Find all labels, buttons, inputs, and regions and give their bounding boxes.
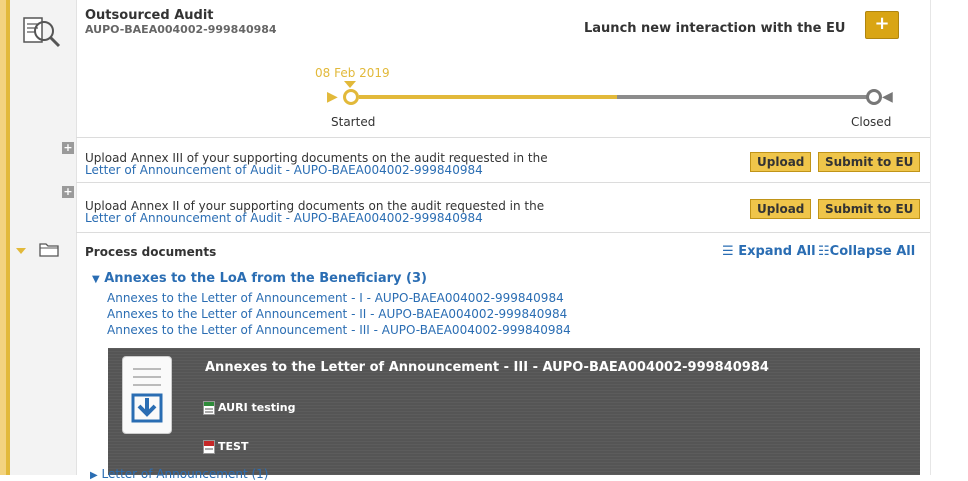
upload-button[interactable]: Upload	[750, 199, 812, 219]
timeline-end-node	[866, 89, 882, 105]
expand-all-link[interactable]: ☰ Expand All	[722, 244, 816, 259]
collapse-all-icon: ☷	[818, 244, 830, 259]
document-group-label: Letter of Announcement (1)	[101, 467, 269, 481]
collapse-all-label: Collapse All	[829, 244, 916, 259]
launch-interaction-label: Launch new interaction with the EU	[584, 21, 846, 36]
pdf-file-icon	[203, 440, 215, 454]
audit-id: AUPO-BAEA004002-999840984	[85, 23, 277, 36]
expand-all-icon: ☰	[722, 244, 734, 259]
file-name: TEST	[218, 440, 249, 453]
download-document-icon[interactable]	[122, 356, 172, 434]
upload-button[interactable]: Upload	[750, 152, 812, 172]
doc-file-icon	[203, 401, 215, 415]
launch-interaction-button[interactable]: +	[865, 11, 899, 39]
submit-to-eu-button[interactable]: Submit to EU	[818, 199, 921, 219]
audit-title: Outsourced Audit	[85, 8, 214, 23]
task-expand-icon[interactable]: +	[62, 142, 74, 154]
timeline-end-icon: ◀	[882, 89, 893, 105]
divider	[76, 232, 930, 233]
timeline-start-icon: ▶	[327, 89, 338, 105]
document-link[interactable]: Annexes to the Letter of Announcement - …	[107, 323, 571, 337]
chevron-down-icon: ▼	[92, 274, 100, 285]
timeline-start-node	[343, 89, 359, 105]
icon-column	[10, 0, 77, 475]
expand-all-label: Expand All	[738, 244, 816, 259]
task-link[interactable]: Letter of Announcement of Audit - AUPO-B…	[85, 163, 483, 177]
file-name: AURI testing	[218, 401, 296, 414]
timeline-remaining	[617, 95, 867, 99]
document-group-label: Annexes to the LoA from the Beneficiary …	[104, 271, 427, 286]
divider	[76, 137, 930, 138]
file-link[interactable]: AURI testing	[203, 401, 296, 415]
document-group-toggle[interactable]: ▼ Annexes to the LoA from the Beneficiar…	[92, 271, 427, 286]
section-collapse-icon[interactable]	[16, 248, 26, 254]
chevron-right-icon: ▶	[90, 470, 98, 481]
timeline-end-label: Closed	[851, 115, 892, 129]
document-link[interactable]: Annexes to the Letter of Announcement - …	[107, 291, 564, 305]
divider	[76, 182, 930, 183]
panel-title: Annexes to the Letter of Announcement - …	[205, 360, 769, 375]
document-group-toggle[interactable]: ▶ Letter of Announcement (1)	[90, 467, 268, 481]
folder-icon	[39, 243, 59, 257]
task-link[interactable]: Letter of Announcement of Audit - AUPO-B…	[85, 211, 483, 225]
file-link[interactable]: TEST	[203, 440, 248, 454]
timeline-start-label: Started	[331, 115, 376, 129]
task-expand-icon[interactable]: +	[62, 186, 74, 198]
process-documents-title: Process documents	[85, 245, 217, 259]
submit-to-eu-button[interactable]: Submit to EU	[818, 152, 921, 172]
audit-search-icon	[23, 17, 61, 48]
timeline-progress	[359, 95, 617, 99]
collapse-all-link[interactable]: ☷Collapse All	[818, 244, 915, 259]
timeline-date: 08 Feb 2019	[315, 66, 390, 80]
document-link[interactable]: Annexes to the Letter of Announcement - …	[107, 307, 567, 321]
timeline-marker-icon	[344, 81, 356, 88]
